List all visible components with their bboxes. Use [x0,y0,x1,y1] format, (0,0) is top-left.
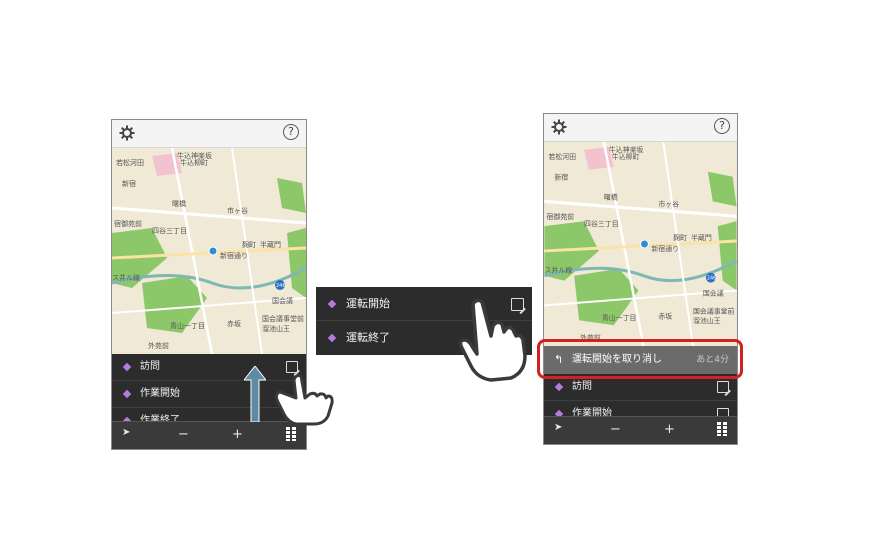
gear-icon[interactable] [551,119,567,135]
map-label: 若松河田 [548,152,576,161]
current-location-marker [208,246,218,256]
menu-item-label: 訪問 [572,381,592,392]
map-label: 国会議事堂前 [693,306,735,315]
map-label: 青山一丁目 [170,321,205,330]
menu-list: 訪問 作業開始 [544,374,737,417]
route-number: 246 [276,283,286,289]
diamond-icon [122,362,132,372]
map-label: ス井ル線 [544,266,572,275]
map-canvas: 牛込神楽坂 若松河田 牛込柳町 新宿 曙橋 市ヶ谷 宿御苑前 四谷三丁目 新宿通… [544,142,737,346]
map-label: 宿御苑前 [114,219,142,228]
map-label: 国会議 [703,288,724,297]
map-view[interactable]: 牛込神楽坂 若松河田 牛込柳町 新宿 曙橋 市ヶ谷 宿御苑前 四谷三丁目 新宿通… [544,142,737,346]
map-label: 新宿 [554,173,568,182]
map-label: 赤坂 [227,319,241,328]
map-label: 外苑前 [148,341,169,350]
map-label: 溜池山王 [262,324,290,333]
zoom-in-button[interactable]: + [664,422,675,437]
swipe-up-arrow-icon [244,366,266,422]
map-label: 四谷三丁目 [152,226,187,235]
map-label: 半蔵門 [691,233,712,242]
map-label: 青山一丁目 [602,313,637,322]
map-label: 宿御苑前 [546,212,574,221]
locate-icon[interactable]: ➤ [122,427,130,438]
phone-right: ? 牛込神楽坂 若松河田 牛込柳町 新宿 曙橋 市ヶ谷 宿御苑前 四谷三丁目 新… [543,113,738,445]
map-label: 四谷三丁目 [584,219,619,228]
map-label: 市ヶ谷 [227,206,248,215]
zoom-out-button[interactable]: − [610,422,621,437]
app-header: ? [544,114,737,142]
locate-icon[interactable]: ➤ [554,422,562,433]
menu-item-label: 訪問 [140,361,160,372]
zoom-out-button[interactable]: − [178,427,189,442]
undo-highlight-frame [537,339,743,379]
map-label: 曙橋 [604,192,618,201]
map-label: 曙橋 [172,199,186,208]
map-label: 半蔵門 [260,240,281,249]
map-label: 新宿 [122,179,136,188]
help-icon[interactable]: ? [714,118,730,134]
app-header: ? [112,120,306,148]
menu-item-label: 運転開始 [346,297,390,310]
diamond-icon [327,299,337,309]
help-icon[interactable]: ? [283,124,299,140]
diamond-icon [327,333,337,343]
map-label: 若松河田 [116,158,144,167]
edit-icon[interactable] [717,381,729,393]
menu-item-label: 作業開始 [140,388,180,399]
map-label: 麹町 [242,240,256,249]
map-label: 溜池山王 [693,316,721,325]
zoom-in-button[interactable]: + [232,427,243,442]
gear-icon[interactable] [119,125,135,141]
grid-menu-icon[interactable] [286,427,296,441]
diamond-icon [554,382,564,392]
bottom-toolbar: ➤ − + [544,416,737,444]
map-label: 赤坂 [658,311,672,320]
map-label: 麹町 [673,233,687,242]
current-location-marker [640,239,649,249]
map-canvas: 牛込神楽坂 若松河田 牛込柳町 新宿 曙橋 市ヶ谷 宿御苑前 四谷三丁目 新宿通… [112,148,306,354]
route-number: 246 [707,276,716,282]
map-label: 国会議 [272,296,293,305]
menu-item-label: 運転終了 [346,331,390,344]
map-view[interactable]: 牛込神楽坂 若松河田 牛込柳町 新宿 曙橋 市ヶ谷 宿御苑前 四谷三丁目 新宿通… [112,148,306,354]
map-label: 牛込柳町 [180,158,208,167]
pointing-hand-icon [458,298,527,382]
diamond-icon [122,389,132,399]
map-label: 市ヶ谷 [658,199,679,208]
map-label: 国会議事堂前 [262,314,304,323]
map-label: ス井ル線 [112,273,140,282]
map-label: 新宿通り [651,244,679,253]
pointing-hand-icon [274,374,334,426]
grid-menu-icon[interactable] [717,422,727,436]
map-label: 牛込柳町 [612,152,640,161]
menu-item-work-start[interactable]: 作業開始 [544,401,737,417]
map-label: 新宿通り [220,251,248,260]
